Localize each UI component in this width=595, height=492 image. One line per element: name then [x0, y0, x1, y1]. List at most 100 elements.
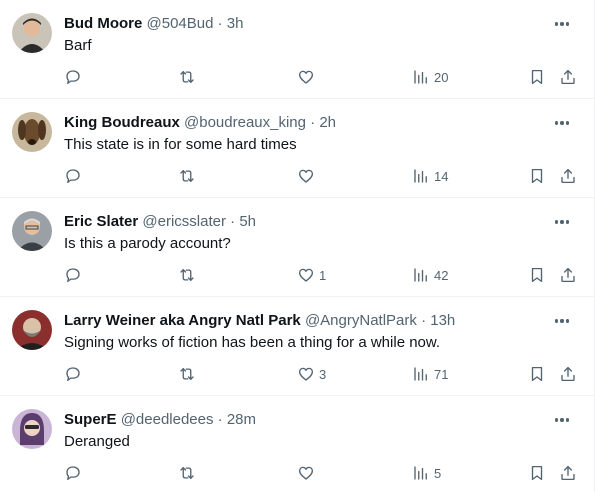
more-icon[interactable]	[552, 113, 572, 133]
display-name[interactable]: Eric Slater	[64, 213, 138, 230]
share-icon	[561, 366, 575, 382]
user-handle[interactable]: @ericsslater	[142, 213, 226, 230]
timestamp[interactable]: 2h	[319, 114, 336, 131]
timestamp[interactable]: 13h	[430, 312, 455, 329]
avatar[interactable]	[12, 409, 52, 449]
more-icon[interactable]	[552, 410, 572, 430]
views-icon	[414, 367, 427, 381]
tweet-text: Signing works of fiction has been a thin…	[64, 334, 441, 351]
bookmark-button[interactable]	[528, 67, 546, 87]
tweet-header: SuperE @deedledees · 28m	[64, 410, 544, 430]
share-button[interactable]	[559, 463, 577, 483]
like-button[interactable]	[297, 67, 319, 87]
like-icon	[298, 169, 314, 183]
view-count: 14	[434, 168, 449, 184]
user-handle[interactable]: @504Bud	[147, 15, 214, 32]
view-count: 42	[434, 267, 449, 283]
retweet-button[interactable]	[178, 364, 196, 384]
like-button[interactable]	[297, 166, 319, 186]
views-button[interactable]: 14	[412, 166, 448, 186]
reply-button[interactable]	[64, 463, 82, 483]
tweet-text: Barf	[64, 37, 92, 54]
tweet-header: King Boudreaux @boudreaux_king · 2h	[64, 113, 544, 133]
views-icon	[414, 268, 427, 282]
tweet[interactable]: Bud Moore @504Bud · 3h Barf 20	[0, 0, 594, 99]
like-button[interactable]: 3	[297, 364, 326, 384]
tweet[interactable]: King Boudreaux @boudreaux_king · 2h This…	[0, 99, 594, 198]
retweet-button[interactable]	[178, 67, 196, 87]
views-button[interactable]: 71	[412, 364, 448, 384]
like-icon	[298, 367, 314, 381]
retweet-button[interactable]	[178, 166, 196, 186]
reply-button[interactable]	[64, 67, 82, 87]
share-button[interactable]	[559, 265, 577, 285]
separator: ·	[421, 312, 427, 329]
avatar[interactable]	[12, 112, 52, 152]
display-name[interactable]: Bud Moore	[64, 15, 142, 32]
reply-icon	[66, 466, 80, 481]
views-icon	[414, 169, 427, 183]
reply-button[interactable]	[64, 364, 82, 384]
like-icon	[298, 466, 314, 480]
tweet[interactable]: Larry Weiner aka Angry Natl Park @AngryN…	[0, 297, 594, 396]
reply-icon	[66, 169, 80, 184]
tweet[interactable]: SuperE @deedledees · 28m Deranged 5	[0, 396, 594, 492]
share-button[interactable]	[559, 364, 577, 384]
like-count: 1	[319, 267, 327, 283]
views-button[interactable]: 5	[412, 463, 441, 483]
avatar[interactable]	[12, 13, 52, 53]
bookmark-button[interactable]	[528, 166, 546, 186]
like-button[interactable]	[297, 463, 319, 483]
user-handle[interactable]: @deedledees	[121, 411, 214, 428]
user-handle[interactable]: @AngryNatlPark	[305, 312, 417, 329]
timestamp[interactable]: 3h	[227, 15, 244, 32]
display-name[interactable]: King Boudreaux	[64, 114, 180, 131]
retweet-button[interactable]	[178, 265, 196, 285]
views-icon	[414, 466, 427, 480]
share-icon	[561, 465, 575, 481]
retweet-icon	[180, 368, 194, 380]
tweet-header: Larry Weiner aka Angry Natl Park @AngryN…	[64, 311, 544, 331]
share-icon	[561, 168, 575, 184]
views-button[interactable]: 20	[412, 67, 448, 87]
timestamp[interactable]: 5h	[239, 213, 256, 230]
display-name[interactable]: Larry Weiner aka Angry Natl Park	[64, 312, 301, 329]
views-button[interactable]: 42	[412, 265, 448, 285]
share-button[interactable]	[559, 166, 577, 186]
reply-feed: Bud Moore @504Bud · 3h Barf 20 King Boud…	[0, 0, 595, 492]
share-button[interactable]	[559, 67, 577, 87]
view-count: 5	[434, 465, 442, 481]
user-handle[interactable]: @boudreaux_king	[184, 114, 306, 131]
more-icon[interactable]	[552, 14, 572, 34]
retweet-icon	[180, 467, 194, 479]
bookmark-icon	[531, 69, 543, 85]
tweet-header: Eric Slater @ericsslater · 5h	[64, 212, 544, 232]
bookmark-icon	[531, 465, 543, 481]
like-icon	[298, 70, 314, 84]
tweet[interactable]: Eric Slater @ericsslater · 5h Is this a …	[0, 198, 594, 297]
separator: ·	[230, 213, 236, 230]
views-icon	[414, 70, 427, 84]
bookmark-icon	[531, 168, 543, 184]
retweet-icon	[180, 269, 194, 281]
bookmark-icon	[531, 366, 543, 382]
reply-icon	[66, 268, 80, 283]
reply-button[interactable]	[64, 265, 82, 285]
bookmark-button[interactable]	[528, 265, 546, 285]
more-icon[interactable]	[552, 212, 572, 232]
timestamp[interactable]: 28m	[227, 411, 256, 428]
retweet-icon	[180, 71, 194, 83]
retweet-button[interactable]	[178, 463, 196, 483]
avatar[interactable]	[12, 310, 52, 350]
reply-button[interactable]	[64, 166, 82, 186]
display-name[interactable]: SuperE	[64, 411, 117, 428]
like-button[interactable]: 1	[297, 265, 326, 285]
share-icon	[561, 69, 575, 85]
avatar[interactable]	[12, 211, 52, 251]
separator: ·	[310, 114, 316, 131]
bookmark-button[interactable]	[528, 463, 546, 483]
bookmark-button[interactable]	[528, 364, 546, 384]
more-icon[interactable]	[552, 311, 572, 331]
reply-icon	[66, 70, 80, 85]
like-icon	[298, 268, 314, 282]
